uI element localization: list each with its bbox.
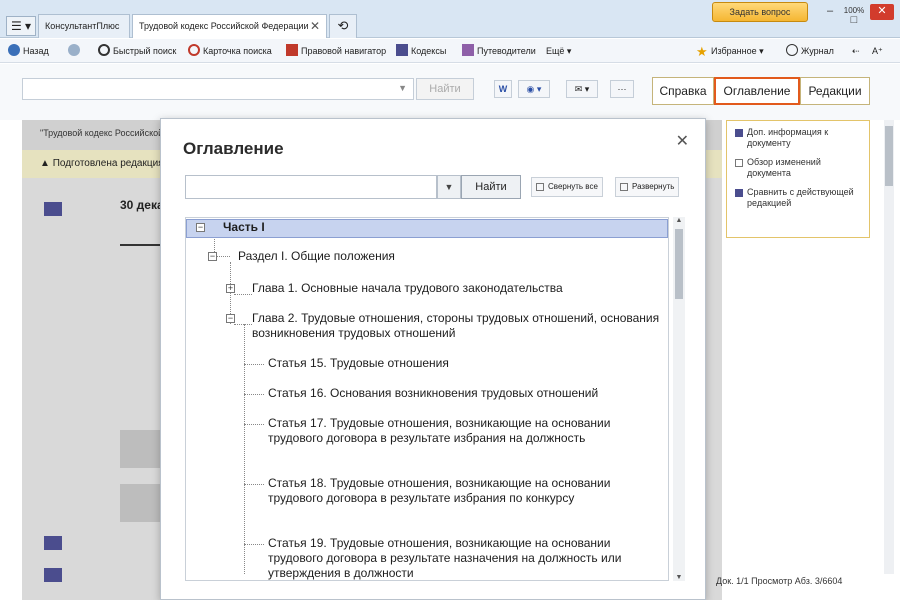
scrollbar-thumb[interactable] [675, 229, 683, 299]
close-tab-icon[interactable]: ✕ [310, 15, 320, 37]
close-icon[interactable]: ✕ [676, 131, 689, 151]
print-icon[interactable]: ◉ ▾ [518, 80, 550, 98]
document-info-panel: Доп. информация к документу Обзор измене… [726, 120, 870, 238]
document-block [120, 484, 160, 522]
history-icon [786, 44, 798, 56]
tab-contents[interactable]: Оглавление [714, 77, 800, 105]
chevron-down-icon[interactable]: ▼ [437, 175, 461, 199]
document-search-row: ▼ Найти W ◉ ▾ ✉ ▾ ··· Справка Оглавление… [0, 64, 900, 120]
codes-button[interactable]: Кодексы [396, 43, 446, 59]
contents-find-button[interactable]: Найти [461, 175, 521, 199]
contents-tree: − Часть I − − Раздел I. Общие положения … [185, 217, 669, 581]
quick-search-button[interactable]: Быстрый поиск [98, 43, 176, 59]
back-arrow-icon [8, 44, 20, 56]
tree-item-article-19[interactable]: Статья 19. Трудовые отношения, возникающ… [268, 536, 664, 580]
more-actions-icon[interactable]: ··· [610, 80, 634, 98]
collapse-toggle-icon[interactable]: − [196, 223, 205, 232]
document-find-button[interactable]: Найти [416, 78, 474, 100]
info-item-changes[interactable]: Обзор изменений документа [735, 157, 863, 179]
contents-dialog: Оглавление ✕ ▼ Найти Свернуть все Развер… [160, 118, 706, 600]
collapse-toggle-icon[interactable]: − [208, 252, 217, 261]
pin-icon[interactable]: ⇠ [852, 43, 860, 59]
status-bar: Док. 1/1 Просмотр Абз. 3/6604 [716, 576, 843, 586]
guides-icon [462, 44, 474, 56]
expand-button[interactable]: Развернуть [615, 177, 680, 197]
expand-icon [620, 183, 628, 191]
hamburger-icon[interactable]: ☰ ▾ [6, 16, 36, 36]
search-icon [98, 44, 110, 56]
navigator-icon [286, 44, 298, 56]
forward-arrow-icon [68, 44, 80, 56]
new-tab-button[interactable]: ⟲ [329, 14, 357, 38]
font-size-icon[interactable]: A⁺ [872, 43, 883, 59]
star-icon: ★ [696, 44, 708, 59]
scroll-down-icon[interactable]: ▼ [673, 574, 685, 581]
tab-editions[interactable]: Редакции [800, 77, 870, 105]
search-card-button[interactable]: Карточка поиска [188, 43, 272, 59]
history-button[interactable]: Журнал [786, 43, 834, 59]
document-icon [735, 159, 743, 167]
maximize-button[interactable]: □ [842, 13, 866, 29]
document-block [120, 430, 160, 468]
legal-navigator-button[interactable]: Правовой навигатор [286, 43, 386, 59]
tree-item-chapter-2[interactable]: Глава 2. Трудовые отношения, стороны тру… [252, 311, 662, 341]
more-button[interactable]: Ещё ▾ [546, 43, 571, 59]
close-window-button[interactable]: ✕ [870, 4, 894, 20]
tree-item-article-18[interactable]: Статья 18. Трудовые отношения, возникающ… [268, 476, 664, 506]
mail-icon[interactable]: ✉ ▾ [566, 80, 598, 98]
info-item-additional[interactable]: Доп. информация к документу [735, 127, 863, 149]
tab-document[interactable]: Трудовой кодекс Российской Федерации ✕ [132, 14, 327, 38]
info-icon [735, 129, 743, 137]
chevron-down-icon[interactable]: ▼ [398, 83, 407, 93]
scroll-up-icon[interactable]: ▲ [673, 217, 685, 224]
tree-item-article-16[interactable]: Статья 16. Основания возникновения трудо… [268, 386, 658, 401]
search-card-icon [188, 44, 200, 56]
divider [120, 244, 160, 246]
tab-strip: ☰ ▾ КонсультантПлюс Трудовой кодекс Росс… [0, 0, 900, 38]
main-toolbar: Назад Быстрый поиск Карточка поиска Прав… [0, 39, 900, 63]
expand-toggle-icon[interactable]: + [226, 284, 235, 293]
contents-search-input[interactable] [185, 175, 437, 199]
scrollbar-thumb[interactable] [885, 126, 893, 186]
word-export-icon[interactable]: W [494, 80, 512, 98]
tab-reference[interactable]: Справка [652, 77, 714, 105]
collapse-icon [536, 183, 544, 191]
codes-icon [396, 44, 408, 56]
tree-item-article-17[interactable]: Статья 17. Трудовые отношения, возникающ… [268, 416, 664, 446]
document-scrollbar[interactable] [884, 120, 894, 574]
forward-button[interactable] [68, 43, 83, 59]
bookmark-icon[interactable] [44, 568, 62, 582]
tab-consultant[interactable]: КонсультантПлюс [38, 14, 130, 38]
tree-item-article-15[interactable]: Статья 15. Трудовые отношения [268, 356, 658, 371]
minimize-button[interactable]: – [818, 4, 842, 20]
collapse-all-button[interactable]: Свернуть все [531, 177, 603, 197]
dialog-title: Оглавление [183, 139, 284, 158]
tree-item-part-1[interactable]: Часть I [186, 219, 668, 238]
guides-button[interactable]: Путеводители [462, 43, 536, 59]
ask-question-button[interactable]: Задать вопрос [712, 2, 808, 22]
collapse-toggle-icon[interactable]: − [226, 314, 235, 323]
bookmark-icon[interactable] [44, 536, 62, 550]
document-search-input[interactable]: ▼ [22, 78, 414, 100]
bookmark-icon[interactable] [44, 202, 62, 216]
compare-icon [735, 189, 743, 197]
tree-item-chapter-1[interactable]: Глава 1. Основные начала трудового закон… [252, 281, 652, 296]
contents-scrollbar[interactable]: ▲ ▼ [673, 217, 685, 581]
info-item-compare[interactable]: Сравнить с действующей редакцией [735, 187, 863, 209]
favorites-button[interactable]: ★ Избранное ▾ [696, 43, 764, 59]
warning-icon: ▲ [40, 158, 53, 169]
tree-item-section-1[interactable]: Раздел I. Общие положения [238, 249, 658, 264]
back-button[interactable]: Назад [8, 43, 49, 59]
